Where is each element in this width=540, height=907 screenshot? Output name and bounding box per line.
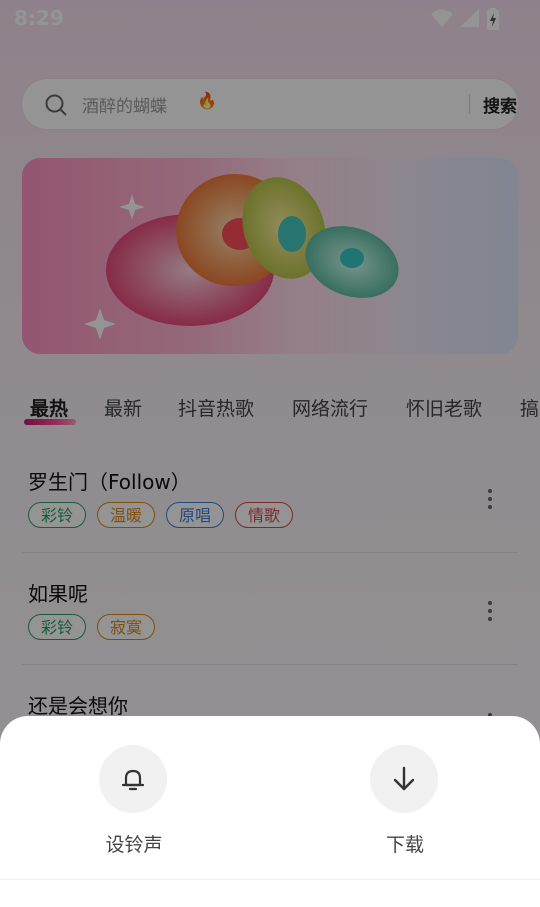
download-arrow-icon: [393, 766, 415, 791]
set-ringtone-label: 设铃声: [105, 834, 163, 856]
download-circle: [370, 745, 438, 813]
download-label: 下载: [385, 834, 424, 856]
action-sheet: 设铃声 下载: [0, 716, 540, 907]
set-ringtone-button[interactable]: 设铃声: [64, 745, 204, 856]
sheet-divider: [0, 879, 540, 880]
download-button[interactable]: 下载: [335, 745, 475, 856]
set-ringtone-circle: [99, 745, 167, 813]
bell-icon: [121, 769, 145, 791]
